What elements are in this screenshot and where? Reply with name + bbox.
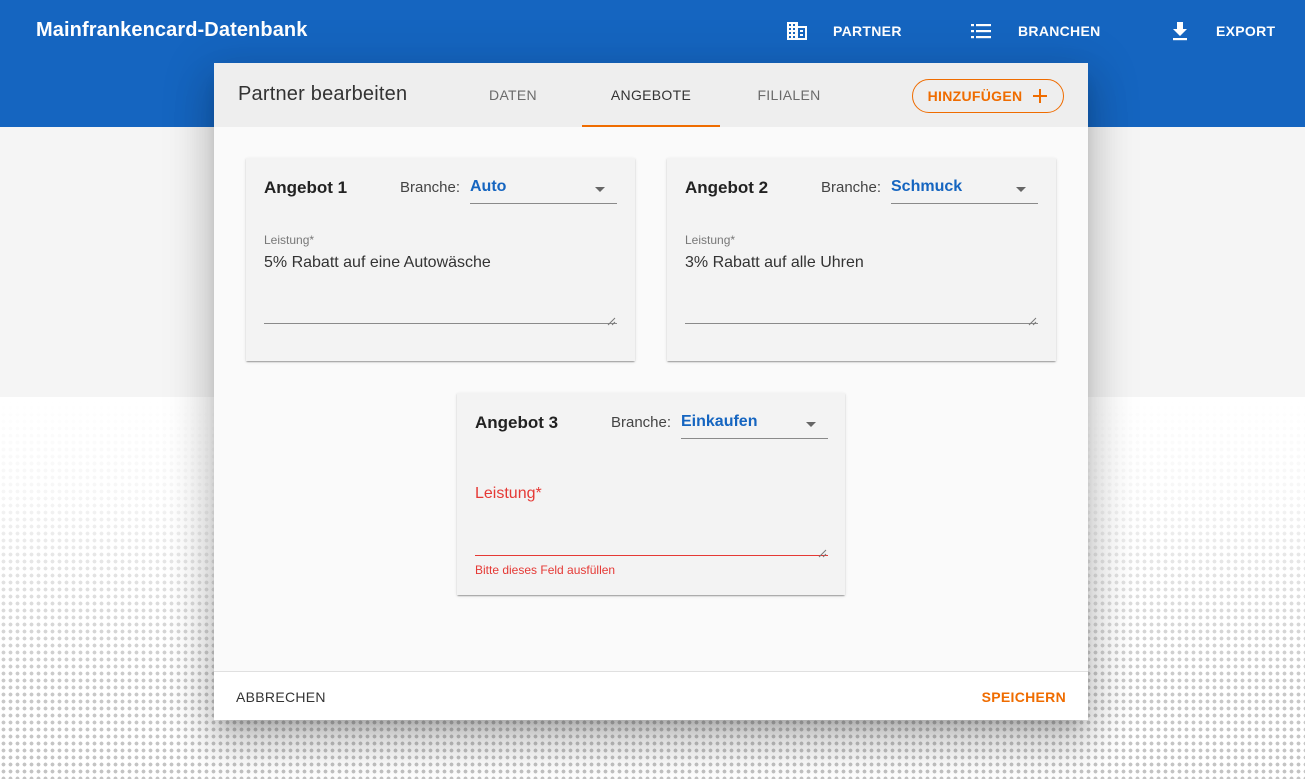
- offer-card: Angebot 1 Branche: Auto Leistung* 5% Rab…: [246, 158, 635, 361]
- dropdown-arrow-icon: [595, 187, 605, 192]
- branche-select[interactable]: Auto: [470, 174, 617, 204]
- add-offer-button[interactable]: HINZUFÜGEN: [912, 79, 1064, 113]
- resize-handle-icon[interactable]: [607, 313, 616, 326]
- leistung-underline: [685, 323, 1038, 324]
- edit-partner-dialog: Partner bearbeiten DATEN ANGEBOTE FILIAL…: [214, 63, 1088, 720]
- plus-icon: [1032, 88, 1048, 104]
- nav-export-label: EXPORT: [1216, 23, 1276, 39]
- nav-export[interactable]: EXPORT: [1169, 18, 1275, 44]
- tab-filialen[interactable]: FILIALEN: [720, 63, 858, 127]
- branche-select[interactable]: Einkaufen: [681, 409, 828, 439]
- nav-partner-label: PARTNER: [833, 23, 902, 39]
- nav-partner[interactable]: PARTNER: [786, 18, 902, 44]
- resize-handle-icon[interactable]: [818, 545, 827, 558]
- branche-select-value: Auto: [470, 178, 507, 195]
- offer-card: Angebot 3 Branche: Einkaufen Leistung* B…: [457, 393, 845, 595]
- branche-label: Branche:: [611, 414, 672, 431]
- branche-select-value: Einkaufen: [681, 413, 758, 430]
- leistung-textarea[interactable]: 3% Rabatt auf alle Uhren: [685, 254, 1038, 324]
- leistung-textarea[interactable]: [475, 515, 828, 555]
- leistung-label: Leistung*: [685, 233, 736, 247]
- branche-select-value: Schmuck: [891, 178, 963, 195]
- offer-title: Angebot 2: [685, 178, 769, 197]
- offer-title: Angebot 1: [264, 178, 348, 197]
- leistung-underline: [264, 323, 617, 324]
- leistung-label: Leistung*: [475, 485, 542, 502]
- dialog-header: Partner bearbeiten DATEN ANGEBOTE FILIAL…: [214, 63, 1088, 127]
- leistung-error-message: Bitte dieses Feld ausfüllen: [475, 563, 616, 577]
- list-icon: [970, 20, 992, 42]
- offer-card: Angebot 2 Branche: Schmuck Leistung* 3% …: [667, 158, 1056, 361]
- save-button[interactable]: SPEICHERN: [982, 689, 1066, 705]
- tab-daten[interactable]: DATEN: [444, 63, 582, 127]
- cancel-button[interactable]: ABBRECHEN: [236, 689, 326, 705]
- nav-branchen-label: BRANCHEN: [1018, 23, 1101, 39]
- app-title: Mainfrankencard-Datenbank: [36, 19, 308, 41]
- add-offer-button-label: HINZUFÜGEN: [927, 88, 1023, 104]
- nav-branchen[interactable]: BRANCHEN: [970, 18, 1101, 44]
- dropdown-arrow-icon: [806, 422, 816, 427]
- offer-title: Angebot 3: [475, 413, 559, 432]
- resize-handle-icon[interactable]: [1028, 313, 1037, 326]
- building-icon: [786, 20, 808, 42]
- leistung-label: Leistung*: [264, 233, 315, 247]
- dropdown-arrow-icon: [1016, 187, 1026, 192]
- leistung-underline: [475, 555, 828, 556]
- tab-angebote[interactable]: ANGEBOTE: [582, 63, 720, 127]
- branche-label: Branche:: [400, 179, 461, 196]
- branche-label: Branche:: [821, 179, 882, 196]
- leistung-textarea[interactable]: 5% Rabatt auf eine Autowäsche: [264, 254, 617, 324]
- download-icon: [1169, 20, 1191, 42]
- dialog-title: Partner bearbeiten: [238, 83, 408, 105]
- branche-select[interactable]: Schmuck: [891, 174, 1038, 204]
- dialog-footer: ABBRECHEN SPEICHERN: [214, 671, 1088, 720]
